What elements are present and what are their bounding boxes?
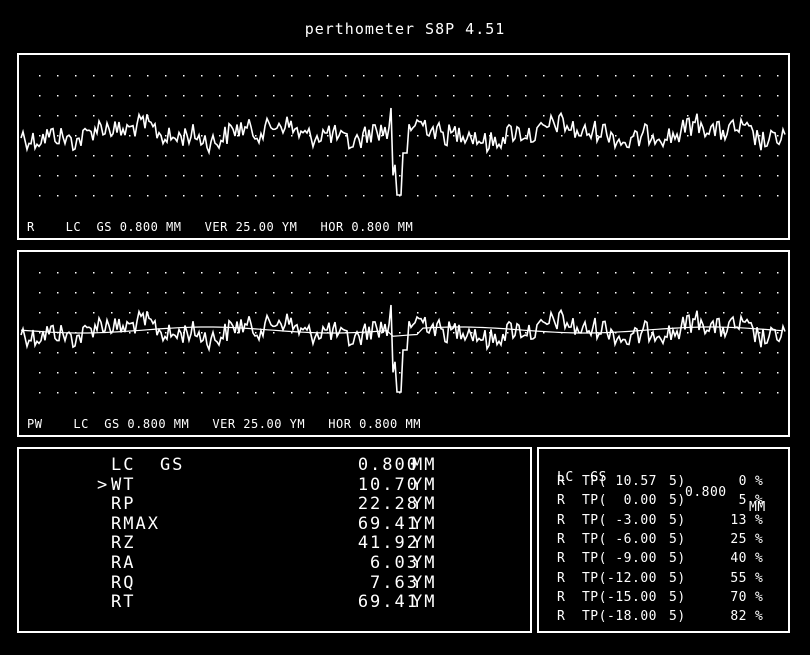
tp-unit: %	[755, 493, 764, 509]
param-row[interactable]: RZ 41.92 YM	[19, 533, 530, 554]
app-title: perthometer S8P 4.51	[304, 20, 506, 38]
roughness-profile-plot	[20, 75, 786, 197]
param-row[interactable]: > WT 10.70 YM	[19, 474, 530, 495]
roughness-profile-caption: R LC GS 0.800 MM VER 25.00 YM HOR 0.800 …	[27, 220, 414, 234]
param-name: RA	[111, 553, 136, 573]
profile-trace	[20, 107, 786, 196]
tp-percent: 82	[730, 609, 747, 625]
tp-level: -3.00	[607, 512, 657, 528]
tp-level: -6.00	[607, 531, 657, 547]
tp-unit: %	[755, 512, 764, 528]
profile-trace	[20, 304, 786, 393]
param-value: 69.41	[357, 513, 419, 534]
waviness-profile-panel: PW LC GS 0.800 MM VER 25.00 YM HOR 0.800…	[17, 250, 790, 437]
bearing-ratio-panel: LC GS 0.800 MM R TP( 10.57 5) 0% R TP( 0.00…	[537, 447, 790, 633]
tp-tail: 5)	[669, 474, 686, 489]
tp-unit: %	[755, 531, 764, 547]
param-value: 41.92	[357, 533, 419, 554]
param-value: 0.800	[357, 455, 419, 475]
param-row[interactable]: RQ 7.63 YM	[19, 572, 530, 593]
waviness-profile-caption: PW LC GS 0.800 MM VER 25.00 YM HOR 0.800…	[27, 417, 421, 431]
param-row[interactable]: RMAX 69.41 YM	[19, 513, 530, 534]
waviness-profile-plot	[20, 272, 786, 394]
tp-percent: 40	[730, 551, 747, 567]
param-name: RZ	[111, 533, 136, 554]
tp-level: -15.00	[607, 589, 657, 605]
param-row[interactable]: RP 22.28 YM	[19, 494, 530, 515]
tp-percent: 0	[738, 474, 747, 489]
tp-tail: 5)	[669, 551, 686, 567]
tp-percent: 70	[730, 589, 747, 605]
tp-tail: 5)	[669, 531, 686, 547]
param-row[interactable]: RA 6.03 YM	[19, 553, 530, 573]
roughness-profile-panel: R LC GS 0.800 MM VER 25.00 YM HOR 0.800 …	[17, 53, 790, 240]
tp-level: -9.00	[607, 551, 657, 567]
param-unit: YM	[412, 553, 437, 573]
tp-level: 0.00	[607, 493, 657, 509]
param-name: RP	[111, 494, 136, 515]
param-value: 69.41	[357, 592, 419, 613]
tp-tail: 5)	[669, 493, 686, 509]
bearing-ratio-header: LC GS 0.800 MM	[557, 455, 765, 515]
param-value: 7.63	[370, 572, 419, 593]
tp-unit: %	[755, 609, 764, 625]
param-unit: MM	[412, 455, 437, 475]
roughness-parameters-panel: LC GS 0.800 MM > WT 10.70 YM RP 22.28 YM RMAX 69.41…	[17, 447, 532, 633]
tp-tail: 5)	[669, 609, 686, 625]
tp-percent: 13	[730, 512, 747, 528]
tp-level: -12.00	[607, 570, 657, 586]
tp-percent: 55	[730, 570, 747, 586]
param-name: RT	[111, 592, 136, 613]
tp-tail: 5)	[669, 512, 686, 528]
param-value: 6.03	[370, 553, 419, 573]
tp-tail: 5)	[669, 570, 686, 586]
param-name: WT	[111, 474, 136, 495]
tp-unit: %	[755, 551, 764, 567]
tp-unit: %	[755, 570, 764, 586]
param-marker: >	[97, 474, 110, 495]
tp-unit: %	[755, 474, 764, 489]
param-unit: YM	[412, 513, 437, 534]
param-row[interactable]: RT 69.41 YM	[19, 592, 530, 613]
tp-level: -18.00	[607, 609, 657, 625]
tp-tail: 5)	[669, 589, 686, 605]
param-name: LC GS	[111, 455, 185, 475]
tp-percent: 25	[730, 531, 747, 547]
param-unit: YM	[412, 592, 437, 613]
param-name: RQ	[111, 572, 136, 593]
tp-level: 10.57	[607, 474, 657, 489]
param-value: 22.28	[357, 494, 419, 515]
param-row[interactable]: LC GS 0.800 MM	[19, 455, 530, 475]
tp-percent: 5	[738, 493, 747, 509]
param-name: RMAX	[111, 513, 160, 534]
tp-unit: %	[755, 589, 764, 605]
param-value: 10.70	[357, 474, 419, 495]
param-unit: YM	[412, 533, 437, 554]
param-unit: YM	[412, 474, 437, 495]
param-unit: YM	[412, 572, 437, 593]
param-unit: YM	[412, 494, 437, 515]
